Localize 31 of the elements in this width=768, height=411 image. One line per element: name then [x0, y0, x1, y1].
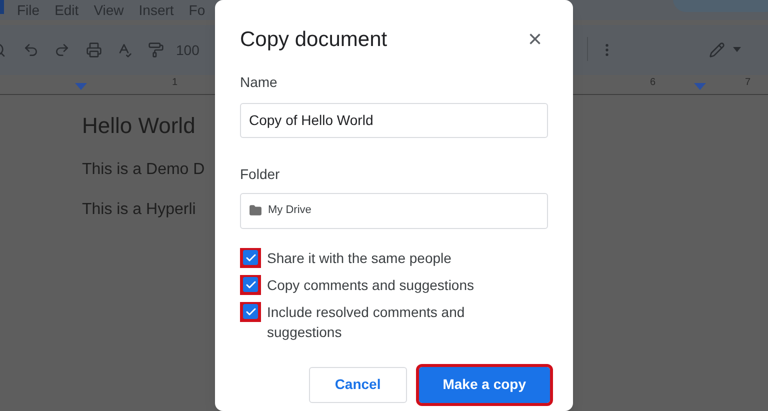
indent-marker[interactable]	[694, 83, 706, 90]
checkbox-label: Include resolved comments and suggestions	[267, 302, 466, 342]
checkbox[interactable]	[240, 274, 261, 294]
make-copy-button[interactable]: Make a copy	[418, 366, 550, 402]
checkbox[interactable]	[240, 248, 261, 268]
folder-field[interactable]: My Drive	[240, 192, 548, 228]
checkbox-label: Share it with the same people	[267, 248, 452, 268]
indent-marker[interactable]	[75, 83, 87, 90]
document-paragraph: This is a Hyperli	[82, 200, 196, 220]
check-icon	[244, 306, 256, 318]
checkbox-label: Copy comments and suggestions	[267, 276, 475, 294]
cancel-button[interactable]: Cancel	[308, 366, 407, 402]
check-icon	[244, 252, 256, 264]
document-paragraph: This is a Demo D	[82, 160, 205, 180]
dialog-title: Copy document	[240, 27, 388, 53]
redo-icon[interactable]	[54, 42, 70, 58]
folder-name: My Drive	[268, 203, 312, 218]
pencil-icon[interactable]	[709, 42, 725, 58]
check-icon	[244, 278, 256, 290]
caret-icon[interactable]	[733, 47, 741, 52]
name-field[interactable]: Copy of Hello World	[240, 102, 548, 138]
field-label: Name	[240, 72, 278, 92]
document-logo	[0, 0, 4, 14]
undo-icon[interactable]	[23, 42, 39, 58]
folder-icon	[249, 204, 262, 217]
checkbox[interactable]	[240, 302, 261, 322]
field-label: Folder	[240, 164, 281, 184]
close-button[interactable]: ×	[528, 28, 542, 52]
print-icon[interactable]	[86, 42, 102, 58]
paint-format-icon[interactable]	[148, 42, 164, 58]
document-heading: Hello World	[82, 112, 196, 140]
